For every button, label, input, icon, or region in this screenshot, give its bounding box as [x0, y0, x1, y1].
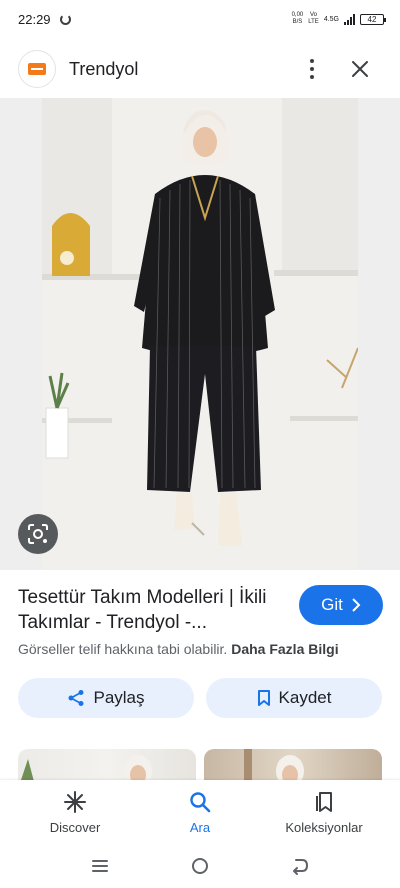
share-label: Paylaş — [93, 688, 145, 707]
search-icon — [190, 792, 211, 813]
share-icon — [68, 690, 84, 706]
status-time: 22:29 — [18, 12, 51, 27]
asterisk-icon — [64, 791, 86, 813]
image-preview — [0, 98, 400, 570]
save-label: Kaydet — [278, 688, 332, 707]
google-lens-button[interactable] — [18, 514, 58, 554]
home-icon[interactable] — [190, 856, 210, 876]
nav-search-label: Ara — [189, 820, 211, 835]
bottom-navigation: Discover Ara Koleksiyonlar — [0, 780, 400, 844]
copyright-notice: Görseller telif hakkına tabi olabilir. D… — [18, 641, 339, 657]
go-button-label: Git — [321, 595, 343, 614]
system-navigation-bar — [0, 844, 400, 888]
nav-discover[interactable]: Discover — [25, 790, 125, 835]
collections-icon — [316, 792, 332, 812]
bookmark-icon — [257, 690, 270, 706]
nav-collections-label: Koleksiyonlar — [285, 820, 363, 835]
status-bar: 22:29 0,00 B/S Vo LTE 4.5G 42 — [0, 0, 400, 40]
nav-search[interactable]: Ara — [150, 790, 250, 835]
volte-indicator: Vo LTE — [308, 12, 319, 25]
go-button[interactable]: Git — [299, 585, 383, 625]
site-name[interactable]: Trendyol — [69, 59, 138, 80]
result-title[interactable]: Tesettür Takım Modelleri | İkili Takımla… — [18, 585, 288, 635]
product-illustration — [42, 98, 358, 570]
status-indicators: 0,00 B/S Vo LTE 4.5G 42 — [291, 10, 386, 28]
app-header: Trendyol — [0, 40, 400, 98]
battery-icon: 42 — [360, 13, 386, 25]
close-icon[interactable] — [350, 59, 370, 79]
back-icon[interactable] — [290, 856, 310, 876]
nav-collections[interactable]: Koleksiyonlar — [274, 790, 374, 835]
nav-discover-label: Discover — [49, 820, 101, 835]
trendyol-logo-icon[interactable] — [18, 50, 56, 88]
save-button[interactable]: Kaydet — [206, 678, 382, 718]
battery-level: 42 — [367, 14, 377, 24]
signal-icon — [344, 13, 355, 25]
network-speed: 0,00 B/S — [291, 12, 304, 25]
sync-icon — [60, 14, 71, 25]
more-options-icon[interactable] — [306, 57, 318, 81]
recent-apps-icon[interactable] — [90, 856, 110, 876]
share-button[interactable]: Paylaş — [18, 678, 194, 718]
copyright-text: Görseller telif hakkına tabi olabilir. — [18, 641, 228, 657]
product-photo[interactable] — [42, 98, 358, 570]
more-info-link[interactable]: Daha Fazla Bilgi — [231, 641, 338, 657]
chevron-right-icon — [352, 598, 361, 612]
network-type: 4.5G — [323, 15, 339, 23]
lens-icon — [28, 524, 48, 544]
